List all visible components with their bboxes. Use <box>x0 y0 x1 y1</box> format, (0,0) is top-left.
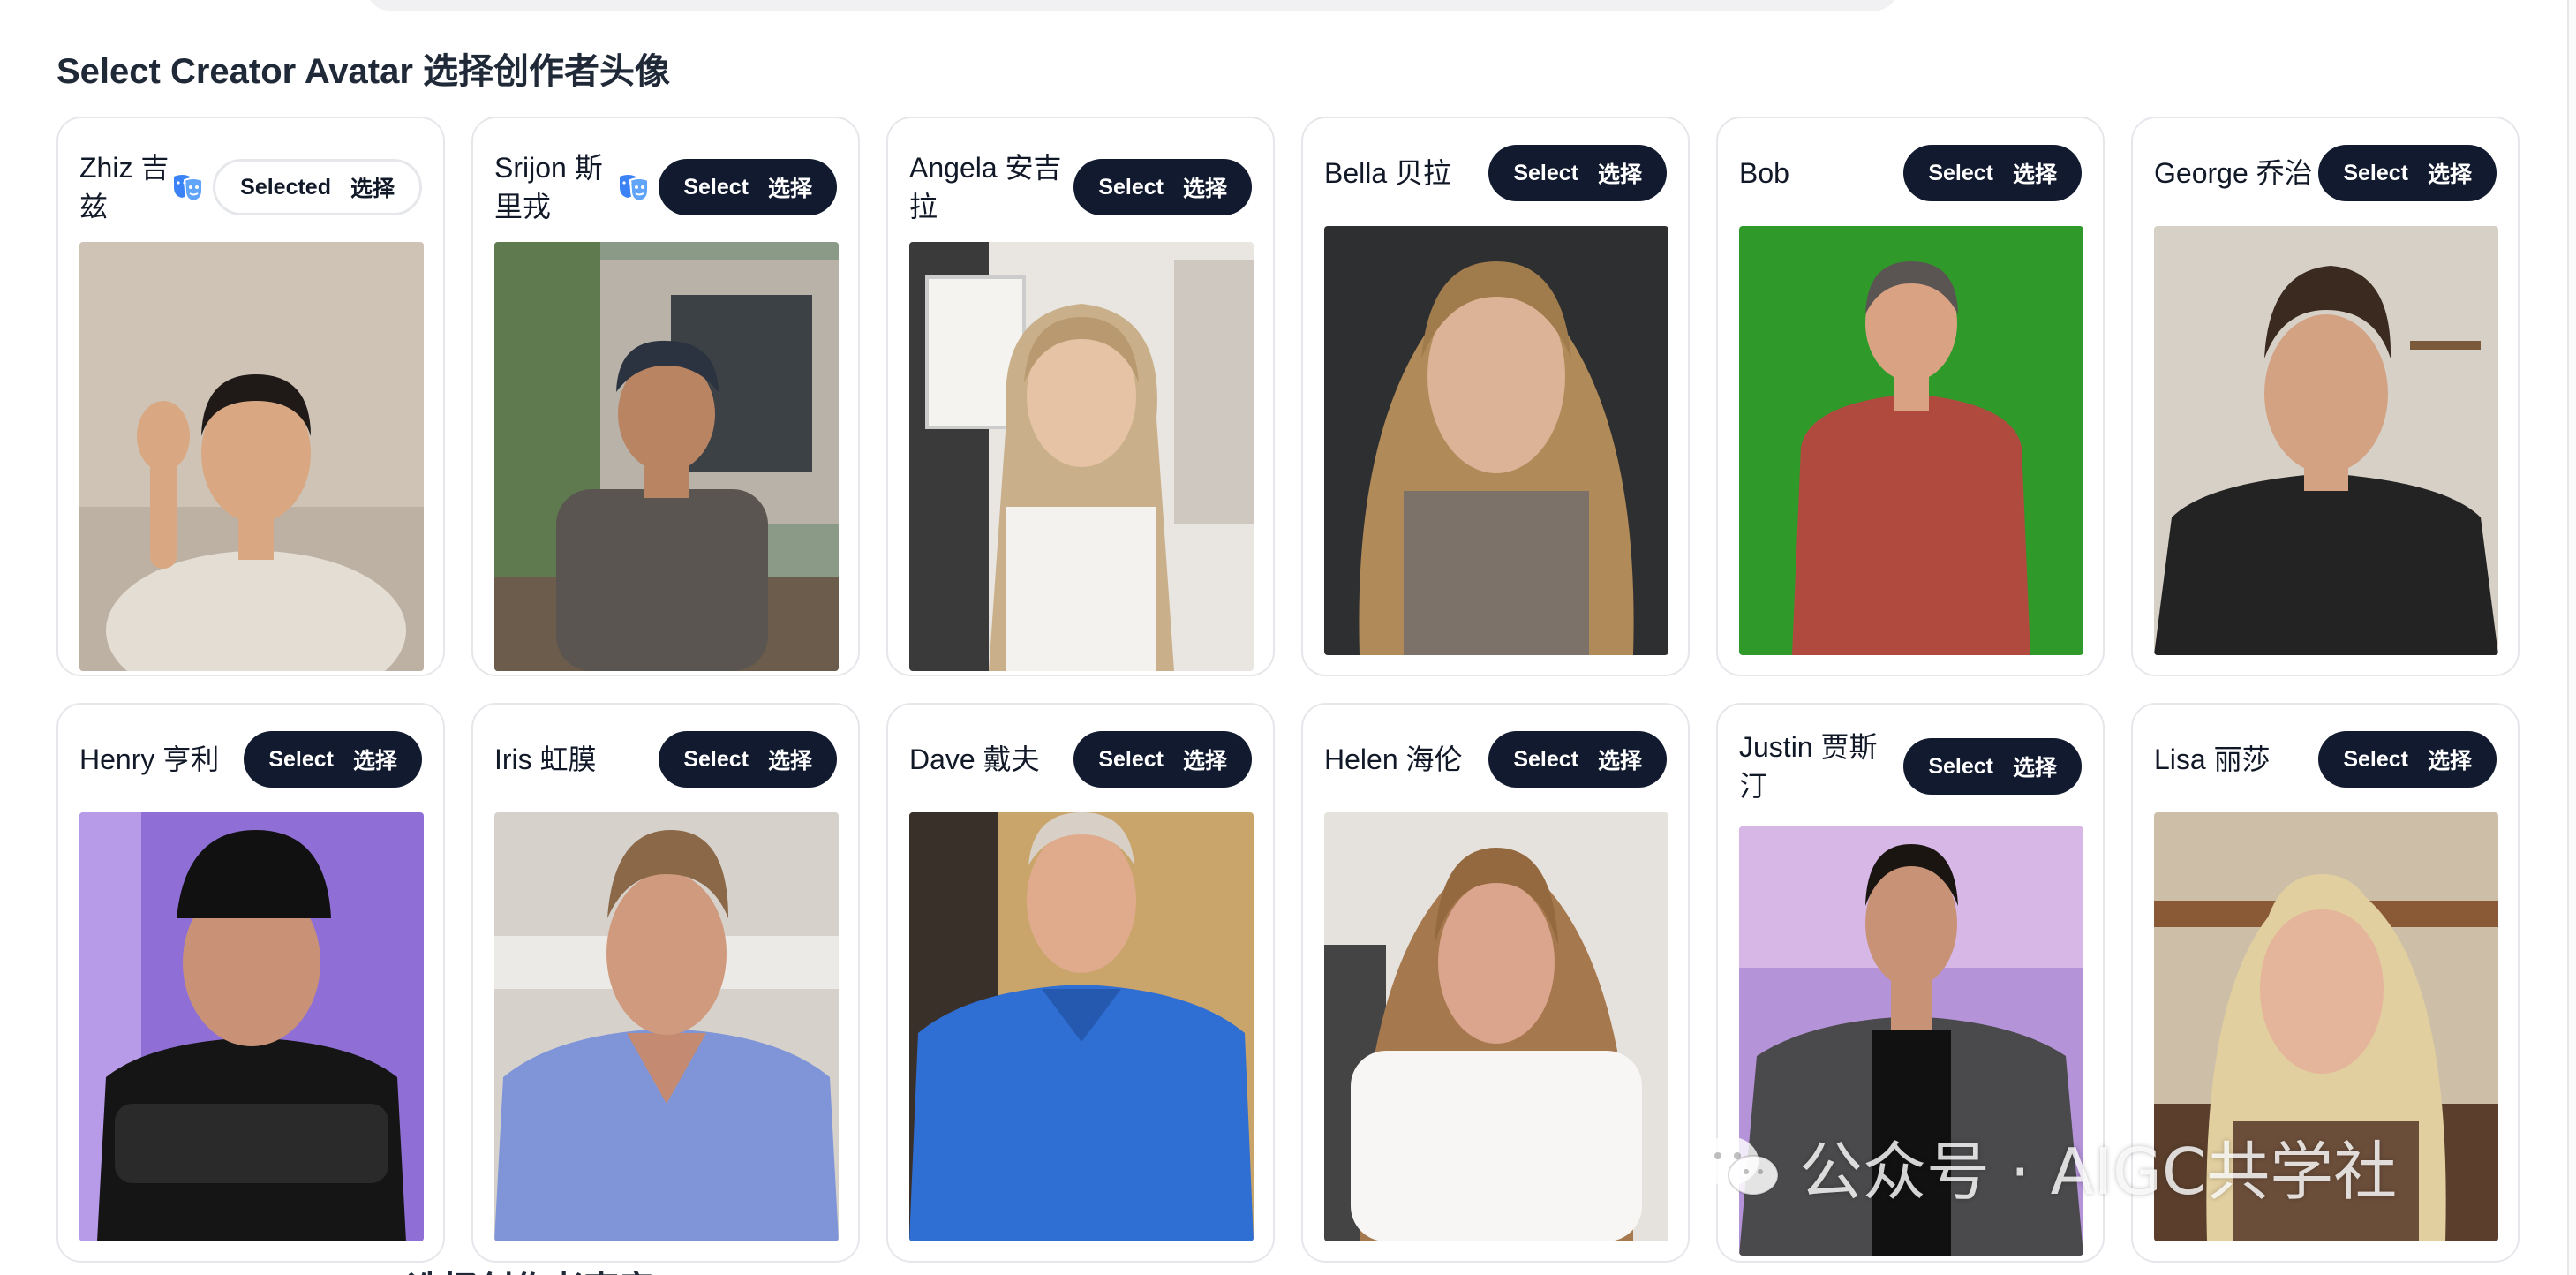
avatar-card-lisa[interactable]: Lisa 丽莎 Select 选择 <box>2131 703 2520 1263</box>
avatar-thumbnail <box>494 812 839 1241</box>
avatar-name: Helen 海伦 <box>1324 743 1463 775</box>
avatar-thumbnail <box>1739 226 2083 655</box>
avatar-name: Iris 虹膜 <box>494 743 597 775</box>
scrollbar[interactable] <box>2567 0 2576 1275</box>
avatar-thumbnail <box>494 242 839 671</box>
avatar-thumbnail <box>1739 826 2083 1256</box>
select-button[interactable]: Select 选择 <box>1903 145 2082 201</box>
avatar-thumbnail <box>2154 812 2498 1241</box>
avatar-card-bob[interactable]: Bob Select 选择 <box>1716 117 2105 676</box>
avatar-thumbnail <box>2154 226 2498 655</box>
avatar-card-iris[interactable]: Iris 虹膜 Select 选择 <box>471 703 860 1263</box>
avatar-grid: Zhiz 吉兹 Selected 选择 Srijon 斯里戎 Select 选择… <box>56 117 2520 1263</box>
avatar-thumbnail <box>1324 226 1668 655</box>
avatar-name: Bella 贝拉 <box>1324 157 1452 189</box>
avatar-card-angela[interactable]: Angela 安吉拉 Select 选择 <box>886 117 1275 676</box>
page: Select Creator Avatar 选择创作者头像 Zhiz 吉兹 Se… <box>0 0 2576 1275</box>
avatar-card-srijon[interactable]: Srijon 斯里戎 Select 选择 <box>471 117 860 676</box>
avatar-card-bella[interactable]: Bella 贝拉 Select 选择 <box>1301 117 1690 676</box>
next-section-title: Select Creator Voice 选择创作者声音 <box>56 1261 654 1275</box>
avatar-thumbnail <box>79 812 424 1241</box>
avatar-name: Henry 亨利 <box>79 743 220 775</box>
select-button[interactable]: Select 选择 <box>2318 145 2497 201</box>
avatar-thumbnail <box>79 242 424 671</box>
avatar-thumbnail <box>909 242 1254 671</box>
select-button[interactable]: Select 选择 <box>659 159 837 215</box>
search-bar[interactable] <box>366 0 1898 11</box>
avatar-card-zhiz[interactable]: Zhiz 吉兹 Selected 选择 <box>56 117 445 676</box>
avatar-card-dave[interactable]: Dave 戴夫 Select 选择 <box>886 703 1275 1263</box>
selected-button[interactable]: Selected 选择 <box>213 159 422 215</box>
section-title: Select Creator Avatar 选择创作者头像 <box>56 52 670 91</box>
avatar-card-helen[interactable]: Helen 海伦 Select 选择 <box>1301 703 1690 1263</box>
avatar-name: Angela 安吉拉 <box>909 152 1062 223</box>
avatar-name: Bob <box>1739 157 1789 189</box>
select-button[interactable]: Select 选择 <box>659 731 837 788</box>
select-button[interactable]: Select 选择 <box>1903 738 2082 795</box>
avatar-card-henry[interactable]: Henry 亨利 Select 选择 <box>56 703 445 1263</box>
avatar-name: Justin 贾斯汀 <box>1739 731 1878 802</box>
theater-mask-icon <box>616 170 652 205</box>
select-button[interactable]: Select 选择 <box>1073 731 1252 788</box>
avatar-card-george[interactable]: George 乔治 Select 选择 <box>2131 117 2520 676</box>
select-button[interactable]: Select 选择 <box>2318 731 2497 788</box>
avatar-name: Dave 戴夫 <box>909 743 1040 775</box>
avatar-thumbnail <box>1324 812 1668 1241</box>
avatar-thumbnail <box>909 812 1254 1241</box>
select-button[interactable]: Select 选择 <box>1488 145 1667 201</box>
select-button[interactable]: Select 选择 <box>1073 159 1252 215</box>
avatar-name: Zhiz 吉兹 <box>79 152 169 223</box>
avatar-name: Srijon 斯里戎 <box>494 152 603 223</box>
select-button[interactable]: Select 选择 <box>1488 731 1667 788</box>
avatar-card-justin[interactable]: Justin 贾斯汀 Select 选择 <box>1716 703 2105 1263</box>
avatar-name: Lisa 丽莎 <box>2154 743 2271 775</box>
avatar-name: George 乔治 <box>2154 157 2313 189</box>
theater-mask-icon <box>170 170 206 205</box>
select-button[interactable]: Select 选择 <box>244 731 422 788</box>
